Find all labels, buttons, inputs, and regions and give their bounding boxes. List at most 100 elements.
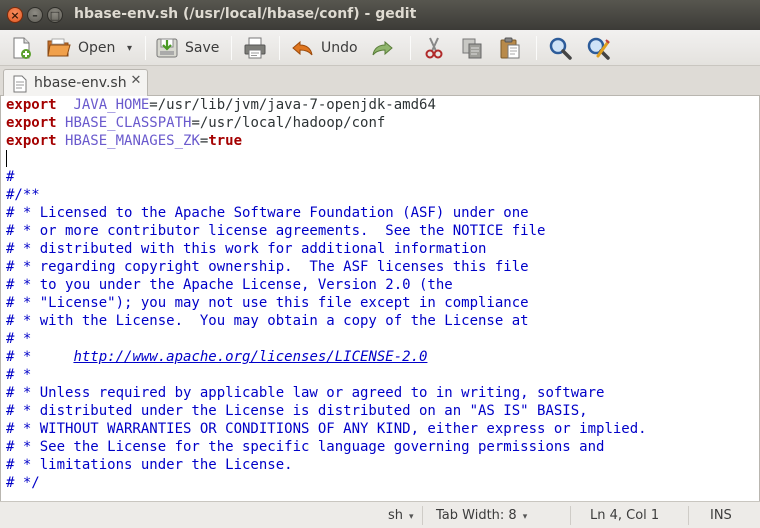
code-line[interactable]: # * http://www.apache.org/licenses/LICEN… <box>6 348 647 366</box>
code-token: HBASE_CLASSPATH <box>65 115 192 131</box>
code-line[interactable]: # */ <box>6 474 647 492</box>
code-token: export <box>6 133 57 149</box>
code-token: # * <box>6 331 32 347</box>
code-line[interactable]: # * <box>6 366 647 384</box>
code-line[interactable]: # * limitations under the License. <box>6 456 647 474</box>
code-line[interactable]: # * distributed under the License is dis… <box>6 402 647 420</box>
window-title: hbase-env.sh (/usr/local/hbase/conf) - g… <box>74 6 417 22</box>
copy-button[interactable] <box>460 35 484 61</box>
scrollbar[interactable] <box>752 98 758 498</box>
open-label: Open <box>78 40 116 56</box>
tab-label: hbase-env.sh <box>34 75 127 91</box>
undo-button[interactable]: Undo <box>291 35 358 61</box>
insert-mode: INS <box>710 508 732 523</box>
code-token: true <box>208 133 243 149</box>
code-line[interactable]: # * distributed with this work for addit… <box>6 240 647 258</box>
text-cursor <box>6 150 7 167</box>
code-line[interactable]: # * or more contributor license agreemen… <box>6 222 647 240</box>
code-token: export <box>6 115 57 131</box>
title-bar: × – □ hbase-env.sh (/usr/local/hbase/con… <box>0 0 760 30</box>
code-line[interactable]: # * WITHOUT WARRANTIES OR CONDITIONS OF … <box>6 420 647 438</box>
code-token: # * Licensed to the Apache Software Foun… <box>6 205 529 221</box>
language-label: sh <box>388 508 404 523</box>
code-token: =/usr/local/hadoop/conf <box>191 115 386 131</box>
search-icon <box>549 37 572 60</box>
text-file-icon <box>13 75 27 93</box>
code-line[interactable]: # * Licensed to the Apache Software Foun… <box>6 204 647 222</box>
code-token: =/usr/lib/jvm/java-7-openjdk-amd64 <box>149 97 436 113</box>
find-replace-icon <box>587 37 610 60</box>
print-button[interactable] <box>243 35 267 61</box>
code-token: # * to you under the Apache License, Ver… <box>6 277 453 293</box>
code-token: # * limitations under the License. <box>6 457 293 473</box>
code-token: JAVA_HOME <box>73 97 150 113</box>
code-token: # * Unless required by applicable law or… <box>6 385 605 401</box>
code-line[interactable]: # * Unless required by applicable law or… <box>6 384 647 402</box>
printer-icon <box>244 37 266 59</box>
new-document-button[interactable] <box>9 35 33 61</box>
code-token: # * <box>6 349 74 365</box>
code-token: # * regarding copyright ownership. The A… <box>6 259 529 275</box>
code-line[interactable]: export HBASE_MANAGES_ZK=true <box>6 132 647 150</box>
tab-width-label: Tab Width: 8 <box>436 508 517 523</box>
maximize-window-button[interactable]: □ <box>47 7 63 23</box>
cursor-position: Ln 4, Col 1 <box>590 508 660 523</box>
chevron-down-icon: ▾ <box>522 512 528 522</box>
code-token: # * "License"); you may not use this fil… <box>6 295 529 311</box>
code-token: # */ <box>6 475 40 491</box>
minimize-window-button[interactable]: – <box>27 7 43 23</box>
paste-icon <box>500 37 520 59</box>
code-line[interactable]: # * with the License. You may obtain a c… <box>6 312 647 330</box>
code-line[interactable] <box>6 150 647 168</box>
paste-button[interactable] <box>498 35 522 61</box>
code-token: # * with the License. You may obtain a c… <box>6 313 529 329</box>
save-label: Save <box>185 40 220 56</box>
close-window-button[interactable]: × <box>7 7 23 23</box>
language-selector[interactable]: sh ▾ <box>388 508 414 523</box>
text-editor[interactable]: export JAVA_HOME=/usr/lib/jvm/java-7-ope… <box>0 96 760 501</box>
code-line[interactable]: export JAVA_HOME=/usr/lib/jvm/java-7-ope… <box>6 96 647 114</box>
chevron-down-icon: ▾ <box>409 512 414 522</box>
code-token: # * WITHOUT WARRANTIES OR CONDITIONS OF … <box>6 421 647 437</box>
undo-label: Undo <box>321 40 358 56</box>
find-replace-button[interactable] <box>586 35 610 61</box>
code-token: export <box>6 97 57 113</box>
tab-width-selector[interactable]: Tab Width: 8 ▾ <box>436 508 527 523</box>
find-button[interactable] <box>548 35 572 61</box>
code-line[interactable]: # * See the License for the specific lan… <box>6 438 647 456</box>
redo-icon <box>372 40 393 56</box>
code-view[interactable]: export JAVA_HOME=/usr/lib/jvm/java-7-ope… <box>6 96 647 492</box>
code-line[interactable]: # <box>6 168 647 186</box>
code-line[interactable]: # * "License"); you may not use this fil… <box>6 294 647 312</box>
open-recent-dropdown[interactable]: ▾ <box>127 35 132 61</box>
copy-icon <box>462 38 482 59</box>
tab-hbase-env[interactable]: hbase-env.sh ✕ <box>3 69 148 97</box>
code-line[interactable]: # * <box>6 330 647 348</box>
cut-button[interactable] <box>422 35 446 61</box>
redo-button[interactable] <box>370 35 394 61</box>
code-token: # * distributed under the License is dis… <box>6 403 588 419</box>
code-token: # <box>6 169 15 185</box>
undo-icon <box>292 40 313 56</box>
code-token: # * distributed with this work for addit… <box>6 241 487 257</box>
save-button[interactable]: Save <box>155 35 219 61</box>
code-token: # * or more contributor license agreemen… <box>6 223 546 239</box>
code-line[interactable]: # * to you under the Apache License, Ver… <box>6 276 647 294</box>
code-token: # * See the License for the specific lan… <box>6 439 605 455</box>
code-link[interactable]: http://www.apache.org/licenses/LICENSE-2… <box>73 349 427 365</box>
code-line[interactable]: #/** <box>6 186 647 204</box>
code-line[interactable]: # * regarding copyright ownership. The A… <box>6 258 647 276</box>
new-document-icon <box>13 37 31 59</box>
code-token: #/** <box>6 187 40 203</box>
scissors-icon <box>425 37 443 59</box>
tab-bar: hbase-env.sh ✕ <box>0 66 760 97</box>
tab-close-button[interactable]: ✕ <box>128 73 144 89</box>
code-token: # * <box>6 367 32 383</box>
folder-open-icon <box>47 38 71 57</box>
code-line[interactable]: export HBASE_CLASSPATH=/usr/local/hadoop… <box>6 114 647 132</box>
save-icon <box>156 38 178 58</box>
open-button[interactable]: Open <box>46 35 115 61</box>
